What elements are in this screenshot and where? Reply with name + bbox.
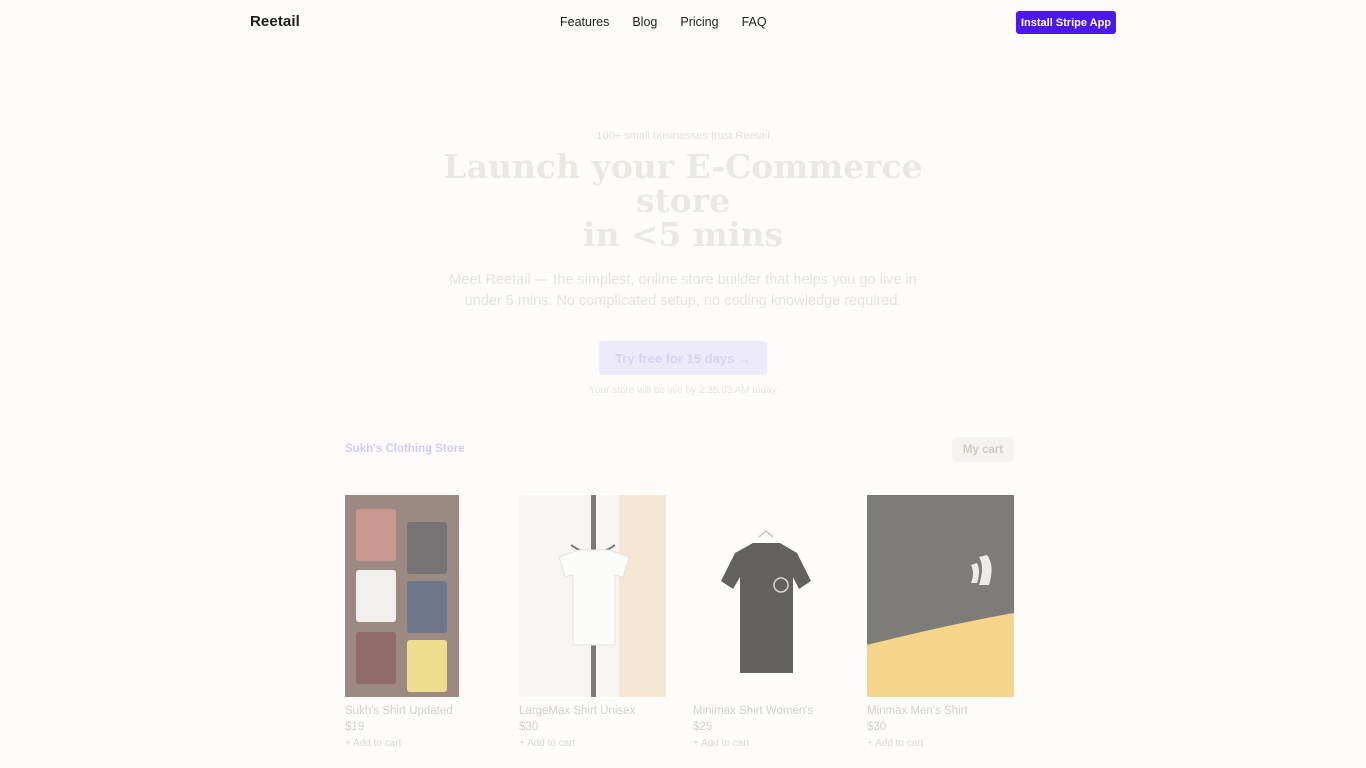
nav-link-pricing[interactable]: Pricing — [680, 15, 718, 29]
nav-link-blog[interactable]: Blog — [632, 15, 657, 29]
product-price: $30 — [519, 721, 539, 733]
store-name: Sukh's Clothing Store — [345, 443, 465, 455]
live-time-note: Your store will be live by 2:35:03 AM to… — [589, 385, 777, 396]
logo[interactable]: Reetail — [250, 13, 300, 30]
product-name[interactable]: Minimax Shirt Women's — [693, 705, 840, 717]
product-price: $30 — [867, 721, 887, 733]
black-tshirt-image[interactable] — [693, 495, 840, 697]
product-card: LargeMax Shirt Unisex $30 + Add to cart — [519, 495, 666, 749]
nav-link-features[interactable]: Features — [560, 15, 609, 29]
add-to-cart-link[interactable]: + Add to cart — [345, 738, 459, 749]
product-name[interactable]: Minmax Men's Shirt — [867, 705, 1014, 717]
nav-link-faq[interactable]: FAQ — [742, 15, 767, 29]
hero-eyebrow: 100+ small businesses trust Reetail — [596, 130, 770, 142]
hero-subtitle: Meet Reetail — the simplest, online stor… — [449, 272, 917, 309]
page: Reetail Features Blog Pricing FAQ Instal… — [0, 0, 1366, 768]
north-face-jacket-image[interactable] — [867, 495, 1014, 697]
nav-links: Features Blog Pricing FAQ — [560, 15, 790, 29]
product-price: $25 — [693, 721, 713, 733]
product-name[interactable]: Sukh's Shirt Updated — [345, 705, 459, 717]
folded-shirts-image[interactable] — [345, 495, 459, 697]
hero-title: Launch your E-Commerce store in <5 mins — [423, 150, 943, 252]
hero-title-line-2: in <5 mins — [582, 215, 784, 254]
hero-section: 100+ small businesses trust Reetail Laun… — [0, 130, 1366, 396]
product-card: Sukh's Shirt Updated $19 + Add to cart — [345, 495, 459, 749]
add-to-cart-link[interactable]: + Add to cart — [693, 738, 840, 749]
top-nav: Reetail Features Blog Pricing FAQ Instal… — [0, 0, 1366, 45]
add-to-cart-link[interactable]: + Add to cart — [519, 738, 666, 749]
try-free-button[interactable]: Try free for 15 days → — [599, 341, 767, 375]
product-card: Minimax Shirt Women's $25 + Add to cart — [693, 495, 840, 749]
white-shirt-image[interactable] — [519, 495, 666, 697]
my-cart-button[interactable]: My cart — [952, 437, 1014, 462]
product-name[interactable]: LargeMax Shirt Unisex — [519, 705, 666, 717]
add-to-cart-link[interactable]: + Add to cart — [867, 738, 1014, 749]
product-price: $19 — [345, 721, 365, 733]
hero-title-line-1: Launch your E-Commerce store — [443, 147, 923, 220]
product-card: Minmax Men's Shirt $30 + Add to cart — [867, 495, 1014, 749]
install-stripe-app-button[interactable]: Install Stripe App — [1016, 11, 1116, 34]
